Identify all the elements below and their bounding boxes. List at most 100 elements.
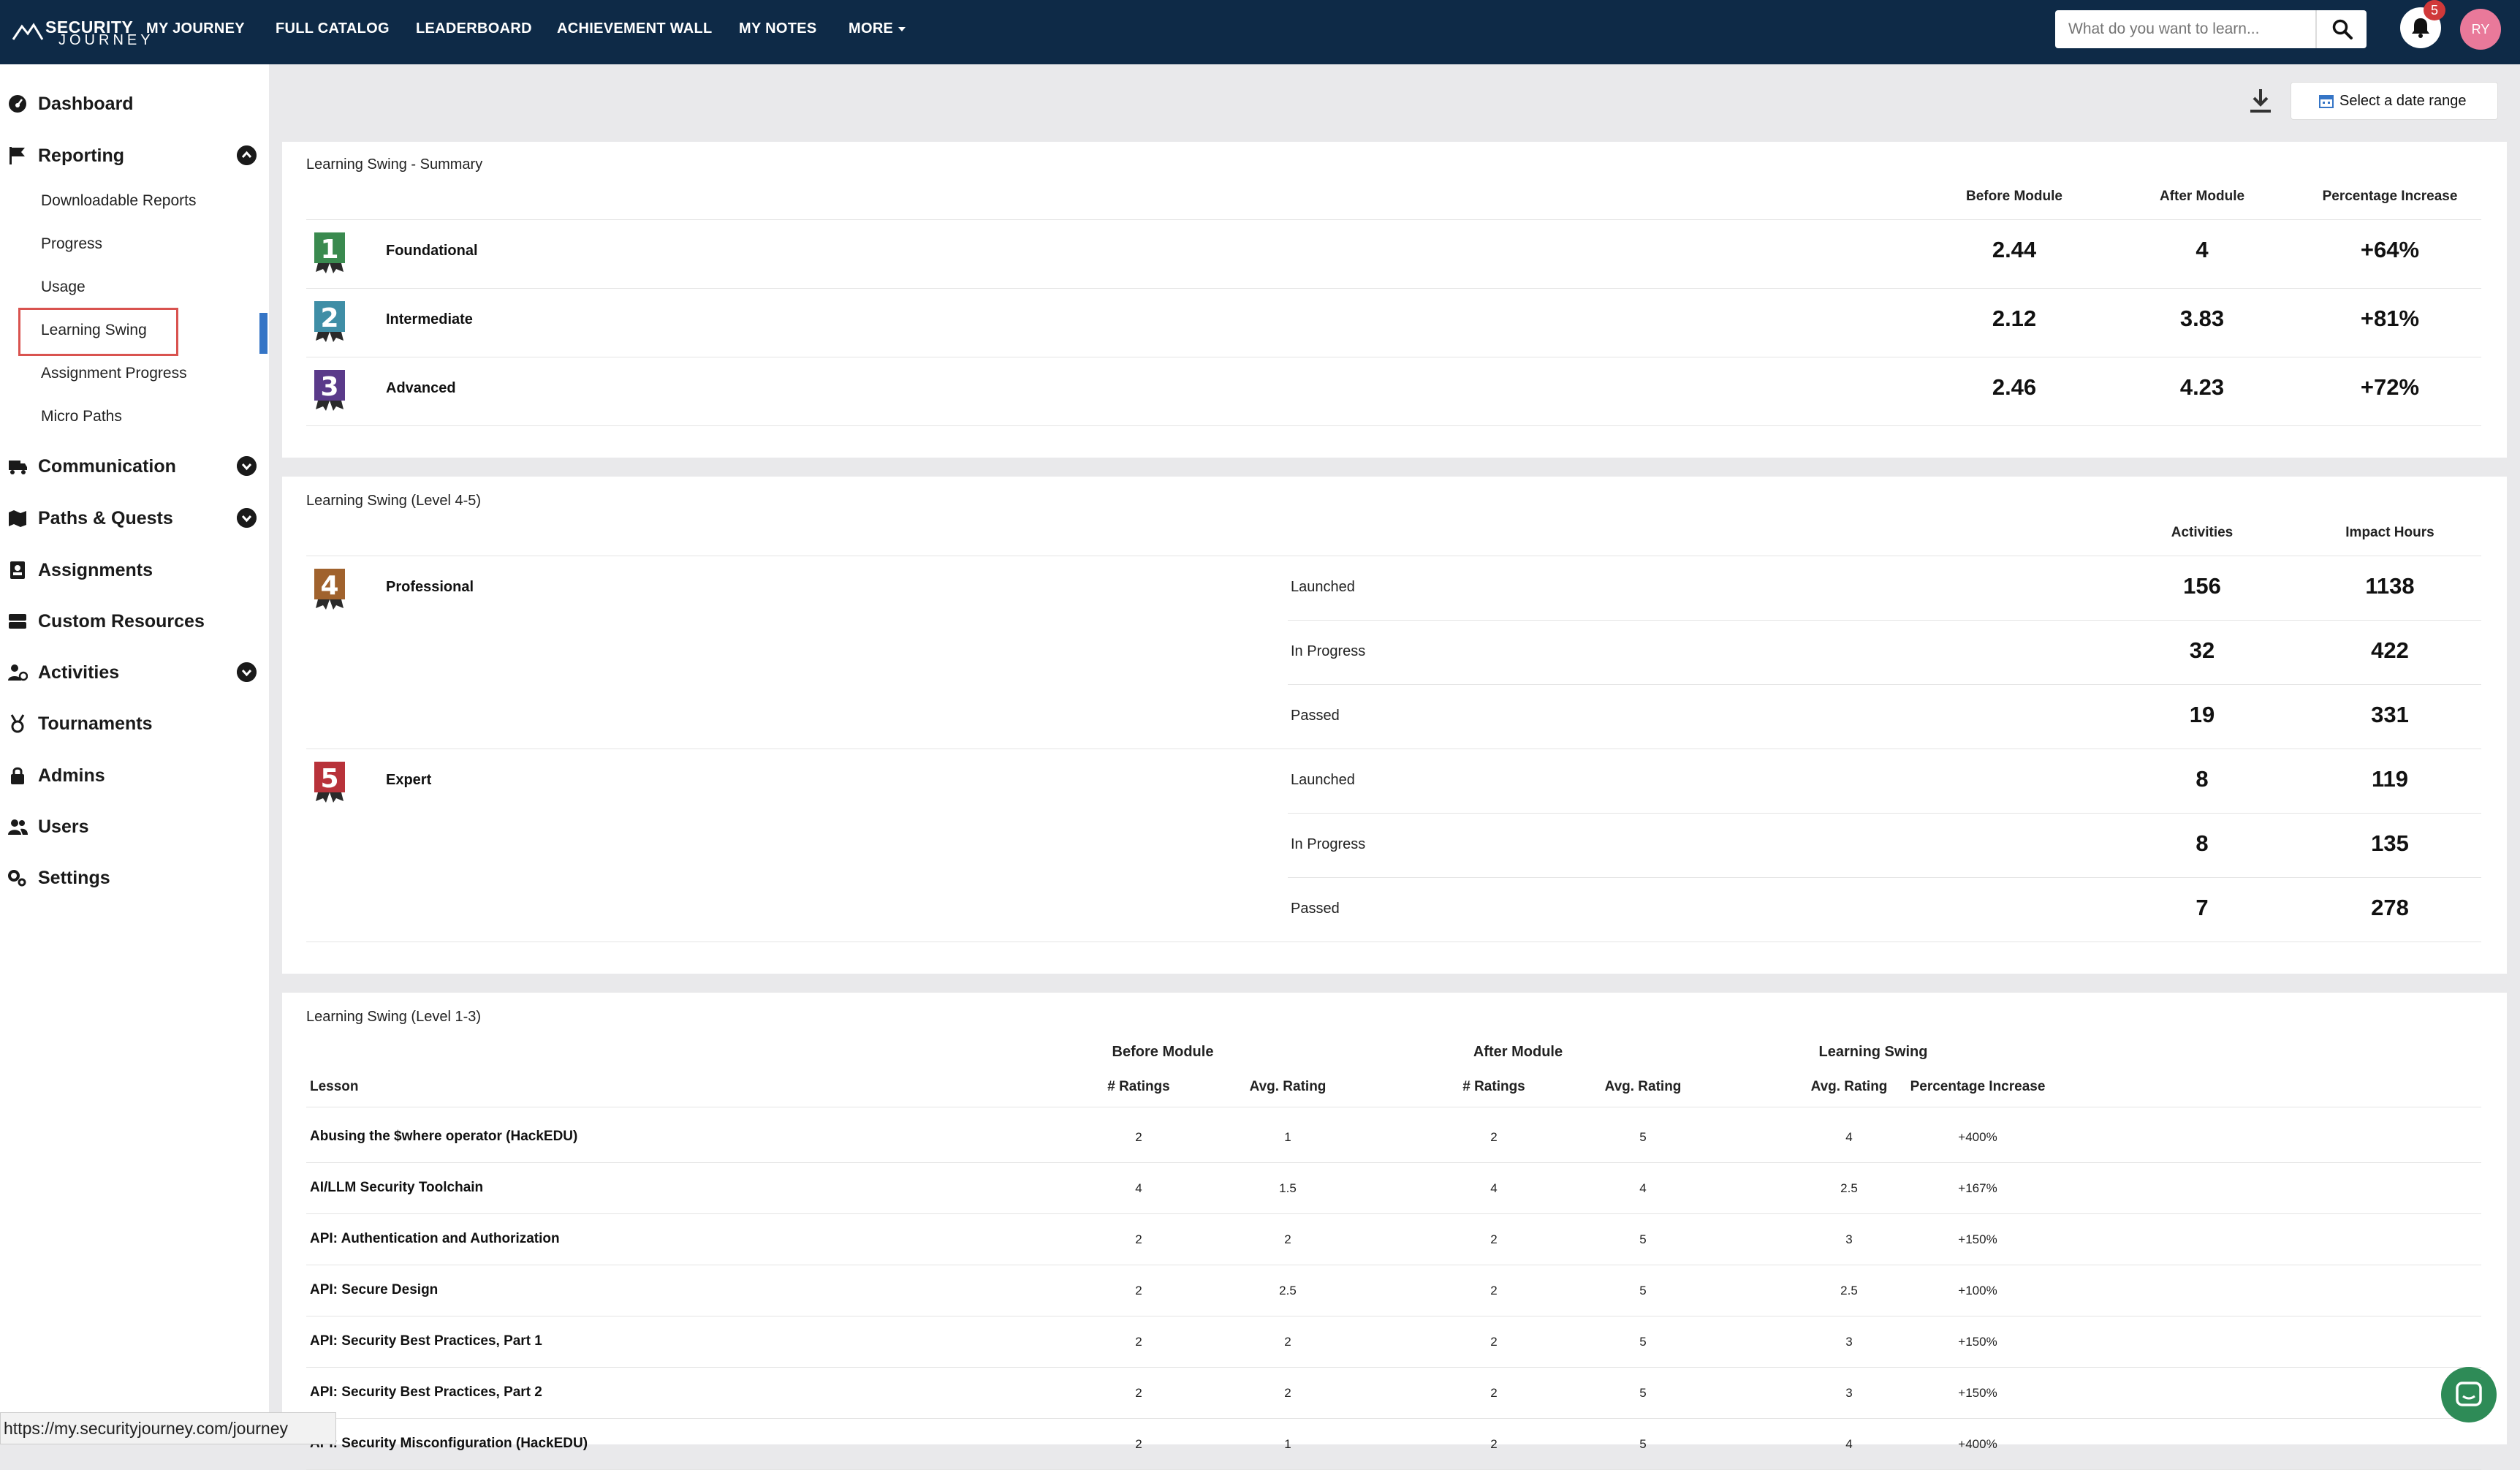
- date-range-button[interactable]: Select a date range: [2291, 82, 2498, 120]
- sidebar-item-tournaments[interactable]: Tournaments: [0, 705, 269, 741]
- lock-icon: [11, 767, 24, 784]
- nav-more[interactable]: MORE: [849, 20, 906, 37]
- users-icon: [8, 819, 28, 835]
- sidebar-item-users[interactable]: Users: [0, 808, 269, 844]
- sidebar-item-admins[interactable]: Admins: [0, 757, 269, 793]
- summary-panel: Learning Swing - Summary Before Module A…: [282, 142, 2507, 458]
- download-icon[interactable]: [2248, 88, 2273, 114]
- nav-my-notes[interactable]: MY NOTES: [739, 20, 817, 37]
- cell-a-n: 2: [1490, 1386, 1498, 1400]
- sidebar-item-assignments[interactable]: Assignments: [0, 551, 269, 588]
- level-4-5-panel: Learning Swing (Level 4-5) Activities Im…: [282, 477, 2507, 974]
- sidebar-item-custom-resources[interactable]: Custom Resources: [0, 602, 269, 639]
- sidebar-item-label: Reporting: [38, 145, 125, 166]
- group-header-before: Before Module: [1112, 1044, 1214, 1060]
- user-activity-icon: [8, 664, 28, 681]
- sidebar-item-settings[interactable]: Settings: [0, 859, 269, 895]
- cell-s-avg: 2.5: [1840, 1181, 1858, 1195]
- sidebar-item-label: Custom Resources: [38, 611, 205, 632]
- level-5-badge-icon: 5: [314, 762, 345, 803]
- chevron-down-icon[interactable]: [237, 508, 257, 528]
- cell-b-n: 2: [1135, 1232, 1142, 1246]
- svg-text:3: 3: [320, 372, 338, 402]
- nav-my-journey[interactable]: MY JOURNEY: [146, 20, 245, 37]
- top-navbar: SECURITY JOURNEY MY JOURNEY FULL CATALOG…: [0, 0, 2520, 64]
- cell-a-avg: 5: [1639, 1232, 1647, 1246]
- sidebar-item-activities[interactable]: Activities: [0, 653, 269, 690]
- nav-leaderboard[interactable]: LEADERBOARD: [416, 20, 532, 37]
- logo-icon: [12, 23, 44, 40]
- col-header-percentage: Percentage Increase: [1910, 1079, 2046, 1094]
- cell-a-n: 2: [1490, 1284, 1498, 1297]
- cell-b-n: 2: [1135, 1130, 1142, 1144]
- svg-text:5: 5: [320, 764, 338, 794]
- chat-widget-button[interactable]: [2441, 1367, 2497, 1422]
- caret-down-icon: [898, 27, 906, 31]
- flag-icon: [10, 147, 25, 164]
- cell-inc: +167%: [1958, 1181, 1997, 1195]
- cell-a-n: 2: [1490, 1232, 1498, 1246]
- cell-b-avg: 2.5: [1279, 1284, 1297, 1297]
- impact-hours-value: 135: [2371, 830, 2409, 856]
- cell-b-n: 2: [1135, 1386, 1142, 1400]
- sidebar-sub-micro-paths[interactable]: Micro Paths: [41, 408, 122, 425]
- activities-value: 8: [2195, 766, 2209, 792]
- divider: [1288, 877, 2481, 878]
- sidebar-item-paths-quests[interactable]: Paths & Quests: [0, 499, 269, 536]
- user-avatar[interactable]: RY: [2460, 9, 2501, 50]
- medal-icon: [10, 714, 25, 733]
- cell-a-avg: 4: [1639, 1181, 1647, 1195]
- status-label: Launched: [1291, 579, 1355, 595]
- search-input[interactable]: [2055, 10, 2315, 48]
- notification-count-badge: 5: [2424, 0, 2445, 20]
- sidebar-item-label: Users: [38, 817, 89, 837]
- sidebar-item-label: Assignments: [38, 560, 153, 580]
- divider: [306, 1418, 2481, 1419]
- chevron-down-icon[interactable]: [237, 662, 257, 682]
- cell-inc: +150%: [1958, 1386, 1997, 1400]
- col-header-before: Before Module: [1966, 189, 2062, 204]
- divider: [306, 288, 2481, 289]
- level-name: Advanced: [386, 380, 456, 396]
- sidebar-item-label: Dashboard: [38, 94, 134, 114]
- divider: [306, 1213, 2481, 1214]
- col-header-increase: Percentage Increase: [2322, 189, 2458, 204]
- after-value: 4: [2195, 237, 2209, 262]
- sidebar-sub-usage[interactable]: Usage: [41, 279, 86, 296]
- cell-a-n: 2: [1490, 1437, 1498, 1451]
- sidebar-sub-assignment-progress[interactable]: Assignment Progress: [41, 365, 187, 382]
- security-journey-logo[interactable]: SECURITY JOURNEY: [12, 16, 151, 48]
- sidebar-sub-downloadable-reports[interactable]: Downloadable Reports: [41, 192, 196, 210]
- lesson-name: Abusing the $where operator (HackEDU): [310, 1129, 578, 1144]
- col-header-after: After Module: [2159, 189, 2245, 204]
- activities-value: 7: [2195, 895, 2209, 920]
- map-icon: [9, 510, 26, 527]
- nav-full-catalog[interactable]: FULL CATALOG: [276, 20, 390, 37]
- logo-text-line2: JOURNEY: [58, 32, 154, 48]
- divider: [306, 425, 2481, 426]
- group-header-after: After Module: [1473, 1044, 1563, 1060]
- cell-inc: +150%: [1958, 1335, 1997, 1349]
- cell-a-avg: 5: [1639, 1284, 1647, 1297]
- search-box: [2055, 10, 2367, 48]
- sidebar: Dashboard Reporting Downloadable Reports…: [0, 64, 269, 1444]
- search-button[interactable]: [2315, 10, 2368, 48]
- col-header-before-ratings: # Ratings: [1107, 1079, 1170, 1094]
- cell-b-n: 4: [1135, 1181, 1142, 1195]
- sidebar-sub-progress[interactable]: Progress: [41, 235, 102, 253]
- level-1-badge-icon: 1: [314, 232, 345, 273]
- gears-icon: [8, 870, 26, 887]
- after-value: 4.23: [2179, 374, 2225, 400]
- cell-inc: +150%: [1958, 1232, 1997, 1246]
- nav-achievement-wall[interactable]: ACHIEVEMENT WALL: [557, 20, 713, 37]
- panel-title: Learning Swing - Summary: [306, 156, 483, 173]
- chevron-down-icon[interactable]: [237, 456, 257, 476]
- sidebar-item-dashboard[interactable]: Dashboard: [0, 85, 269, 121]
- level-2-badge-icon: 2: [314, 301, 345, 342]
- lesson-name: API: Authentication and Authorization: [310, 1231, 560, 1246]
- sidebar-sub-learning-swing[interactable]: Learning Swing: [41, 322, 147, 339]
- cell-s-avg: 4: [1845, 1437, 1853, 1451]
- chevron-up-icon[interactable]: [237, 145, 257, 165]
- sidebar-item-communication[interactable]: Communication: [0, 447, 269, 484]
- sidebar-item-reporting[interactable]: Reporting: [0, 137, 269, 173]
